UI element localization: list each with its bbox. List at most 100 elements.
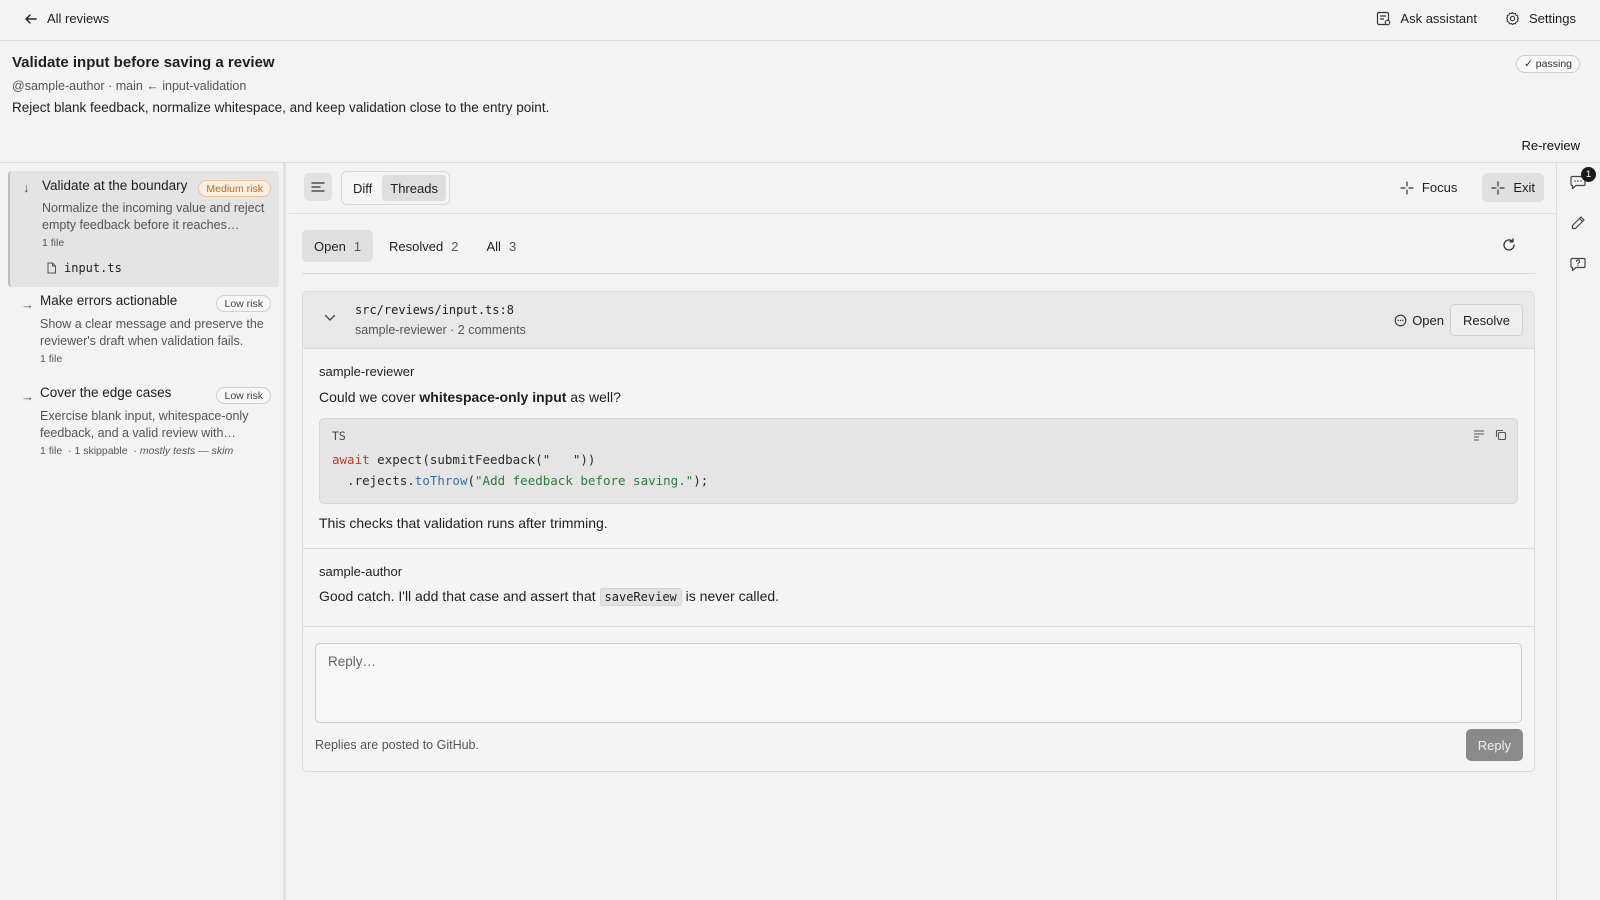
arrow-left-icon bbox=[24, 12, 38, 26]
refresh-icon[interactable] bbox=[1501, 237, 1517, 253]
code-language: TS bbox=[332, 429, 346, 443]
settings-button[interactable]: Settings bbox=[1505, 11, 1576, 26]
right-rail: 1 bbox=[1556, 163, 1600, 900]
step-item-errors-actionable[interactable]: → Make errors actionable Low risk Show a… bbox=[8, 293, 279, 373]
code-text: expect(submitFeedback(" ")) bbox=[369, 452, 596, 467]
step-file-count: 1 file bbox=[42, 237, 65, 249]
filter-divider bbox=[302, 273, 1535, 274]
toggle-outline-button[interactable] bbox=[304, 173, 332, 201]
code-text: .rejects. bbox=[332, 473, 415, 488]
pr-meta: @sample-author · main ← input-validation bbox=[12, 79, 247, 93]
help-icon[interactable] bbox=[1569, 255, 1587, 273]
assistant-icon bbox=[1376, 11, 1391, 26]
code-block: TS await expect(submitFeedback(" ")) .re… bbox=[319, 418, 1518, 504]
reply-button[interactable]: Reply bbox=[1465, 729, 1523, 761]
comment-text: Good catch. I'll add that case and asser… bbox=[319, 588, 780, 606]
comment-text-part: Could we cover bbox=[319, 389, 420, 405]
thread-header: src/reviews/input.ts:8 sample-reviewer ·… bbox=[303, 292, 1534, 349]
thread-status: Open bbox=[1394, 313, 1444, 328]
filter-count: 1 bbox=[353, 238, 362, 254]
step-description: Exercise blank input, whitespace-only fe… bbox=[40, 409, 249, 440]
steps-sidebar: ↓ Validate at the boundary Medium risk N… bbox=[0, 163, 286, 900]
code-text: ( bbox=[467, 473, 476, 488]
file-icon bbox=[46, 262, 57, 274]
all-reviews-label: All reviews bbox=[47, 11, 110, 26]
arrow-down-icon: ↓ bbox=[23, 180, 30, 195]
chevron-down-icon[interactable] bbox=[324, 314, 336, 322]
reply-input[interactable]: Reply… bbox=[315, 643, 1522, 723]
gear-icon bbox=[1505, 11, 1520, 26]
comment-text-part: Good catch. I'll add that case and asser… bbox=[319, 588, 600, 604]
comment-divider bbox=[303, 626, 1534, 627]
filter-count: 3 bbox=[508, 238, 517, 254]
status-badge: ✓ passing bbox=[1516, 55, 1580, 73]
filter-label: All bbox=[486, 238, 501, 254]
all-reviews-link[interactable]: All reviews bbox=[24, 11, 109, 26]
top-bar: All reviews Ask assistant Settings bbox=[0, 0, 1600, 41]
code-text: ); bbox=[693, 473, 709, 488]
step-title: Make errors actionable bbox=[40, 293, 178, 308]
review-thread: src/reviews/input.ts:8 sample-reviewer ·… bbox=[302, 291, 1535, 772]
comment-divider bbox=[303, 548, 1534, 549]
step-title: Validate at the boundary bbox=[42, 178, 188, 193]
ask-assistant-button[interactable]: Ask assistant bbox=[1376, 11, 1477, 26]
focus-icon bbox=[1400, 180, 1414, 195]
code-line: .rejects.toThrow("Add feedback before sa… bbox=[332, 473, 708, 488]
settings-label: Settings bbox=[1529, 11, 1576, 26]
wrap-lines-icon[interactable] bbox=[1473, 429, 1485, 441]
notification-badge: 1 bbox=[1581, 167, 1596, 182]
view-switcher: Diff Threads bbox=[341, 171, 450, 205]
page-title: Validate input before saving a review bbox=[12, 54, 275, 71]
filter-resolved[interactable]: Resolved 2 bbox=[377, 230, 470, 262]
code-string: "Add feedback before saving." bbox=[475, 473, 694, 488]
panel-toolbar: Diff Threads Focus Exit bbox=[289, 163, 1556, 214]
comment-followup: This checks that validation runs after t… bbox=[319, 515, 608, 531]
comment-text-part: is never called. bbox=[681, 588, 780, 604]
threads-panel: Diff Threads Focus Exit Open 1 Resolved … bbox=[289, 163, 1556, 900]
copy-icon[interactable] bbox=[1495, 429, 1507, 441]
step-file-count: 1 file bbox=[40, 445, 63, 457]
resolve-button[interactable]: Resolve bbox=[1450, 304, 1523, 336]
filter-label: Open bbox=[314, 238, 346, 254]
risk-badge: Low risk bbox=[216, 387, 271, 404]
thread-file-path[interactable]: src/reviews/input.ts:8 bbox=[355, 303, 514, 317]
skippable-count: · 1 skippable bbox=[68, 445, 128, 457]
file-chip[interactable]: input.ts bbox=[46, 261, 122, 275]
comment-circle-icon bbox=[1394, 314, 1407, 327]
filter-open[interactable]: Open 1 bbox=[302, 230, 374, 262]
menu-lines-icon bbox=[311, 181, 325, 193]
comment-text-part: as well? bbox=[566, 389, 621, 405]
thread-status-label: Open bbox=[1412, 313, 1444, 328]
step-file-count: 1 file bbox=[40, 353, 63, 365]
ask-assistant-label: Ask assistant bbox=[1400, 11, 1478, 26]
code-function: toThrow bbox=[414, 473, 468, 488]
step-item-validate-boundary[interactable]: ↓ Validate at the boundary Medium risk N… bbox=[8, 171, 279, 287]
filter-count: 2 bbox=[451, 238, 459, 254]
step-note: mostly tests — skim bbox=[139, 445, 234, 457]
step-file-meta: 1 file · 1 skippable · mostly tests — sk… bbox=[40, 445, 233, 457]
tab-diff[interactable]: Diff bbox=[345, 175, 380, 201]
step-description: Normalize the incoming value and reject … bbox=[42, 201, 265, 232]
step-item-edge-cases[interactable]: → Cover the edge cases Low risk Exercise… bbox=[8, 385, 279, 465]
focus-label: Focus bbox=[1421, 180, 1458, 195]
re-review-button[interactable]: Re-review bbox=[1521, 138, 1580, 153]
code-line: await expect(submitFeedback(" ")) bbox=[332, 452, 595, 467]
step-description: Show a clear message and preserve the re… bbox=[40, 317, 264, 348]
comment-text: Could we cover whitespace-only input as … bbox=[319, 389, 621, 405]
exit-button[interactable]: Exit bbox=[1482, 173, 1544, 202]
thread-subtitle: sample-reviewer · 2 comments bbox=[355, 323, 526, 337]
step-note-prefix: · bbox=[133, 445, 137, 457]
filter-label: Resolved bbox=[389, 238, 444, 254]
comment-text-bold: whitespace-only input bbox=[419, 389, 567, 405]
risk-badge: Medium risk bbox=[198, 180, 271, 197]
exit-focus-icon bbox=[1491, 180, 1505, 195]
arrow-right-icon: → bbox=[21, 389, 34, 404]
comment-author: sample-author bbox=[319, 564, 403, 579]
pencil-icon[interactable] bbox=[1569, 214, 1587, 232]
filter-all[interactable]: All 3 bbox=[474, 230, 528, 262]
file-name: input.ts bbox=[64, 261, 122, 275]
tab-threads[interactable]: Threads bbox=[382, 175, 446, 201]
reply-note: Replies are posted to GitHub. bbox=[315, 738, 479, 752]
focus-button[interactable]: Focus bbox=[1391, 173, 1466, 202]
risk-badge: Low risk bbox=[216, 295, 271, 312]
